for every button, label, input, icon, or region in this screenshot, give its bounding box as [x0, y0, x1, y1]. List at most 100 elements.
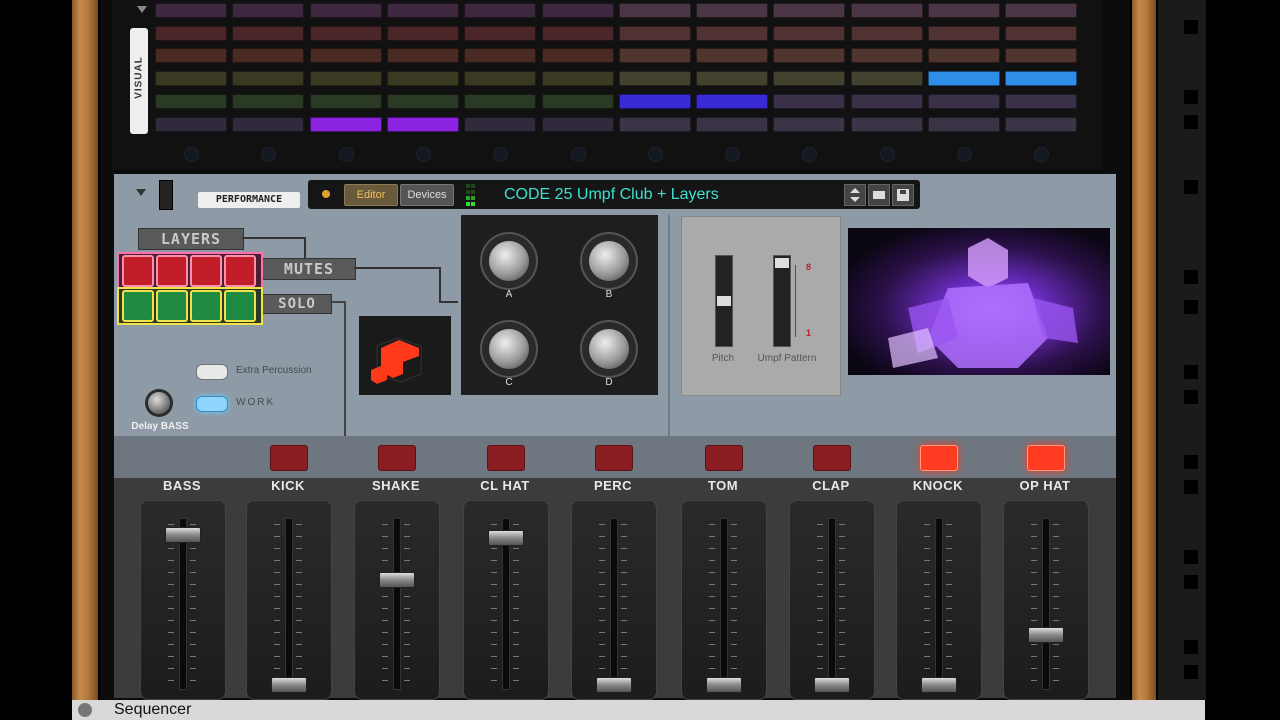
grid-cell[interactable]: [618, 71, 691, 87]
grid-cell[interactable]: [541, 48, 614, 64]
channel-mute-button[interactable]: [270, 445, 308, 471]
solo-pad-3[interactable]: [190, 290, 222, 322]
grid-cell[interactable]: [1005, 48, 1078, 64]
folder-icon[interactable]: [868, 184, 890, 206]
grid-cell[interactable]: [541, 116, 614, 132]
grid-cell[interactable]: [618, 116, 691, 132]
arrow-down-icon[interactable]: [850, 197, 860, 202]
grid-cell[interactable]: [773, 25, 846, 41]
grid-cell[interactable]: [464, 3, 537, 18]
solo-pad-2[interactable]: [156, 290, 188, 322]
channel-mute-button[interactable]: [595, 445, 633, 471]
power-icon[interactable]: [322, 190, 330, 198]
grid-cell[interactable]: [1005, 93, 1078, 109]
grid-cell[interactable]: [232, 116, 305, 132]
channel-mute-button[interactable]: [378, 445, 416, 471]
fader-cap[interactable]: [379, 572, 415, 589]
grid-cell[interactable]: [928, 48, 1000, 64]
fader-cap[interactable]: [165, 527, 201, 544]
grid-cell[interactable]: [696, 116, 769, 132]
grid-cell[interactable]: [155, 116, 227, 132]
grid-cell[interactable]: [386, 25, 459, 41]
grid-cell[interactable]: [773, 3, 846, 18]
grid-cell[interactable]: [309, 3, 382, 18]
mute-pad-4[interactable]: [224, 255, 256, 287]
grid-cell[interactable]: [464, 25, 537, 41]
fader-cap[interactable]: [488, 530, 524, 547]
editor-tab[interactable]: Editor: [344, 184, 398, 206]
save-icon[interactable]: [892, 184, 914, 206]
grid-cell[interactable]: [618, 48, 691, 64]
device-switch[interactable]: [159, 180, 173, 210]
grid-cell[interactable]: [386, 71, 459, 87]
grid-cell[interactable]: [850, 48, 923, 64]
grid-cell[interactable]: [773, 48, 846, 64]
grid-cell[interactable]: [155, 3, 227, 18]
grid-cell[interactable]: [928, 116, 1000, 132]
grid-cell[interactable]: [541, 25, 614, 41]
grid-cell[interactable]: [309, 48, 382, 64]
grid-cell[interactable]: [464, 71, 537, 87]
grid-cell[interactable]: [696, 93, 769, 109]
mute-pad-3[interactable]: [190, 255, 222, 287]
collapse-arrow-icon[interactable]: [137, 6, 147, 13]
grid-cell[interactable]: [1005, 71, 1078, 87]
patch-up-down-arrows[interactable]: [844, 184, 866, 206]
grid-cell[interactable]: [232, 71, 305, 87]
grid-cell[interactable]: [155, 71, 227, 87]
grid-cell[interactable]: [773, 93, 846, 109]
fader-cap[interactable]: [271, 676, 307, 693]
grid-cell[interactable]: [541, 71, 614, 87]
visual-tab[interactable]: VISUAL: [130, 28, 148, 134]
patch-name[interactable]: CODE 25 Umpf Club + Layers: [504, 186, 824, 204]
grid-cell[interactable]: [541, 3, 614, 18]
grid-cell[interactable]: [928, 3, 1000, 18]
fader-cap[interactable]: [596, 676, 632, 693]
grid-cell[interactable]: [386, 116, 459, 132]
fader-cap[interactable]: [814, 676, 850, 693]
grid-cell[interactable]: [232, 25, 305, 41]
grid-cell[interactable]: [309, 71, 382, 87]
grid-cell[interactable]: [1005, 3, 1078, 18]
arrow-up-icon[interactable]: [850, 188, 860, 193]
grid-cell[interactable]: [696, 25, 769, 41]
knob-c[interactable]: [489, 329, 529, 369]
fader-cap[interactable]: [1028, 626, 1064, 643]
pitch-slider[interactable]: [715, 255, 733, 347]
knob-d[interactable]: [589, 329, 629, 369]
grid-cell[interactable]: [773, 116, 846, 132]
grid-cell[interactable]: [928, 93, 1000, 109]
grid-cell[interactable]: [928, 71, 1000, 87]
grid-cell[interactable]: [696, 48, 769, 64]
sequencer-bar[interactable]: Sequencer: [72, 700, 1205, 720]
grid-cell[interactable]: [773, 71, 846, 87]
grid-cell[interactable]: [850, 71, 923, 87]
grid-cell[interactable]: [155, 93, 227, 109]
grid-cell[interactable]: [850, 3, 923, 18]
umpf-pattern-slider[interactable]: [773, 255, 791, 347]
grid-cell[interactable]: [850, 93, 923, 109]
mute-pad-2[interactable]: [156, 255, 188, 287]
channel-mute-button[interactable]: [920, 445, 958, 471]
knob-b[interactable]: [589, 241, 629, 281]
grid-cell[interactable]: [386, 93, 459, 109]
channel-mute-button[interactable]: [705, 445, 743, 471]
grid-cell[interactable]: [618, 3, 691, 18]
extra-percussion-toggle[interactable]: [196, 364, 228, 380]
channel-mute-button[interactable]: [813, 445, 851, 471]
grid-cell[interactable]: [618, 25, 691, 41]
solo-pad-1[interactable]: [122, 290, 154, 322]
grid-cell[interactable]: [541, 93, 614, 109]
grid-cell[interactable]: [309, 93, 382, 109]
grid-cell[interactable]: [1005, 116, 1078, 132]
work-toggle[interactable]: [196, 396, 228, 412]
grid-cell[interactable]: [464, 93, 537, 109]
grid-cell[interactable]: [696, 71, 769, 87]
fold-arrow-icon[interactable]: [136, 189, 146, 196]
solo-pad-4[interactable]: [224, 290, 256, 322]
devices-tab[interactable]: Devices: [400, 184, 454, 206]
grid-cell[interactable]: [696, 3, 769, 18]
channel-mute-button[interactable]: [487, 445, 525, 471]
knob-a[interactable]: [489, 241, 529, 281]
channel-mute-button[interactable]: [1027, 445, 1065, 471]
